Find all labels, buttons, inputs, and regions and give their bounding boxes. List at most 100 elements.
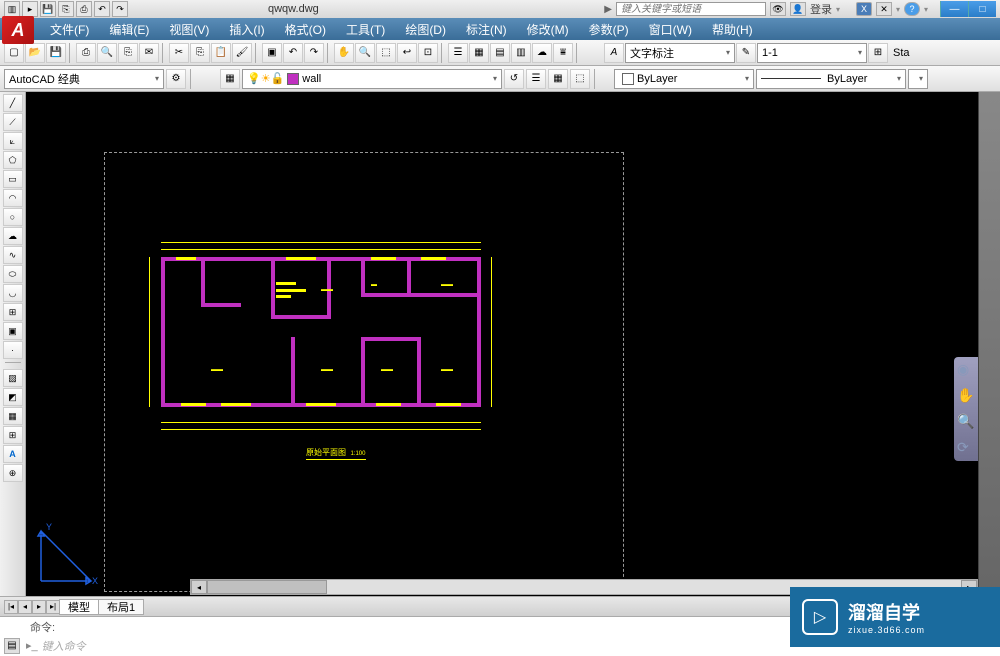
xline-icon[interactable]: ⟋ [3, 113, 23, 131]
qat-new-icon[interactable]: ▥ [4, 1, 20, 17]
menu-draw[interactable]: 绘图(D) [395, 18, 456, 40]
tab-layout1[interactable]: 布局1 [98, 599, 144, 615]
rectangle-icon[interactable]: ▭ [3, 170, 23, 188]
gradient-icon[interactable]: ◩ [3, 388, 23, 406]
print-icon[interactable]: ⎙ [76, 43, 96, 63]
menu-edit[interactable]: 编辑(E) [99, 18, 159, 40]
layer-manager-icon[interactable]: ▦ [220, 69, 240, 89]
layer-walk-icon[interactable]: ⬚ [570, 69, 590, 89]
region-icon[interactable]: ▦ [3, 407, 23, 425]
right-scrollbar[interactable] [978, 92, 1000, 596]
search-play-icon[interactable]: ▶ [604, 4, 612, 15]
menu-help[interactable]: 帮助(H) [702, 18, 763, 40]
color-combo[interactable]: ByLayer ▾ [614, 69, 754, 89]
send-icon[interactable]: ✉ [139, 43, 159, 63]
revcloud-icon[interactable]: ☁ [3, 227, 23, 245]
insert-block-icon[interactable]: ⊞ [3, 303, 23, 321]
workspace-gear-icon[interactable]: ⚙ [166, 69, 186, 89]
make-block-icon[interactable]: ▣ [3, 322, 23, 340]
qat-save-icon[interactable]: 💾 [40, 1, 56, 17]
nav-zoom-icon[interactable]: 🔍 [957, 413, 975, 431]
line-icon[interactable]: ╱ [3, 94, 23, 112]
polygon-icon[interactable]: ⬠ [3, 151, 23, 169]
calc-icon[interactable]: ⩸ [553, 43, 573, 63]
circle-icon[interactable]: ○ [3, 208, 23, 226]
qat-print-icon[interactable]: ⎙ [76, 1, 92, 17]
addselect-icon[interactable]: ⊕ [3, 464, 23, 482]
layer-combo[interactable]: 💡 ☀ 🔓 wall ▾ [242, 69, 502, 89]
menu-parametric[interactable]: 参数(P) [579, 18, 639, 40]
mtext-icon[interactable]: A [3, 445, 23, 463]
workspace-combo[interactable]: AutoCAD 经典 ▾ [4, 69, 164, 89]
menu-dimension[interactable]: 标注(N) [456, 18, 517, 40]
undo-icon[interactable]: ↶ [283, 43, 303, 63]
textstyle-icon[interactable]: A [604, 43, 624, 63]
zoom-prev-icon[interactable]: ↩ [397, 43, 417, 63]
arc-icon[interactable]: ◠ [3, 189, 23, 207]
tab-next-icon[interactable]: ▸ [32, 600, 46, 614]
menu-format[interactable]: 格式(O) [275, 18, 336, 40]
nav-orbit-icon[interactable]: ⟳ [957, 439, 975, 457]
tab-model[interactable]: 模型 [59, 599, 99, 615]
redo-icon[interactable]: ↷ [304, 43, 324, 63]
copy-icon[interactable]: ⎘ [190, 43, 210, 63]
ellipse-arc-icon[interactable]: ◡ [3, 284, 23, 302]
ellipse-icon[interactable]: ⬭ [3, 265, 23, 283]
search-input[interactable] [616, 2, 766, 16]
preview-icon[interactable]: 🔍 [97, 43, 117, 63]
new-icon[interactable]: ▢ [4, 43, 24, 63]
layer-prev-icon[interactable]: ↺ [504, 69, 524, 89]
tab-first-icon[interactable]: |◂ [4, 600, 18, 614]
drawing-canvas[interactable]: ▬▬ ▬▬ ▬ ▬▬ ▬▬ ▬▬ ▬▬ 原始平面图 1:100 Y X ◉ ✋ … [26, 92, 978, 596]
menu-file[interactable]: 文件(F) [40, 18, 99, 40]
hscroll-thumb[interactable] [207, 580, 327, 594]
zoom-realtime-icon[interactable]: 🔍 [355, 43, 375, 63]
maximize-button[interactable]: □ [968, 1, 996, 17]
qat-open-icon[interactable]: ▸ [22, 1, 38, 17]
help-icon[interactable]: ? [904, 2, 920, 16]
menu-window[interactable]: 窗口(W) [639, 18, 702, 40]
match-icon[interactable]: 🖌 [232, 43, 252, 63]
qat-redo-icon[interactable]: ↷ [112, 1, 128, 17]
nav-pan-icon[interactable]: ✋ [957, 387, 975, 405]
toolpalette-icon[interactable]: ▤ [490, 43, 510, 63]
hatch-icon[interactable]: ▨ [3, 369, 23, 387]
exchange-icon[interactable]: X [856, 2, 872, 16]
menu-view[interactable]: 视图(V) [159, 18, 219, 40]
table2-icon[interactable]: ⊞ [3, 426, 23, 444]
menu-insert[interactable]: 插入(I) [219, 18, 274, 40]
point-icon[interactable]: · [3, 341, 23, 359]
login-person-icon[interactable]: 👤 [790, 2, 806, 16]
sheetset-icon[interactable]: ▥ [511, 43, 531, 63]
scale-combo[interactable]: 1-1 ▾ [757, 43, 867, 63]
app-logo-button[interactable]: A [2, 16, 34, 44]
save-icon[interactable]: 💾 [46, 43, 66, 63]
nav-wheel-icon[interactable]: ◉ [957, 361, 975, 379]
annotation-combo[interactable]: 文字标注 ▾ [625, 43, 735, 63]
table-icon[interactable]: ⊞ [868, 43, 888, 63]
qat-undo-icon[interactable]: ↶ [94, 1, 110, 17]
hscroll-left-icon[interactable]: ◂ [191, 580, 207, 594]
properties-icon[interactable]: ☰ [448, 43, 468, 63]
cut-icon[interactable]: ✂ [169, 43, 189, 63]
layer-state-icon[interactable]: ☰ [526, 69, 546, 89]
block-icon[interactable]: ▣ [262, 43, 282, 63]
qat-saveas-icon[interactable]: ⎘ [58, 1, 74, 17]
open-icon[interactable]: 📂 [25, 43, 45, 63]
tab-last-icon[interactable]: ▸| [46, 600, 60, 614]
zoom-extent-icon[interactable]: ⊡ [418, 43, 438, 63]
linetype-combo[interactable]: ByLayer ▾ [756, 69, 906, 89]
pan-icon[interactable]: ✋ [334, 43, 354, 63]
lineweight-combo[interactable]: ▾ [908, 69, 928, 89]
polyline-icon[interactable]: ⟀ [3, 132, 23, 150]
designcenter-icon[interactable]: ▦ [469, 43, 489, 63]
markup-icon[interactable]: ☁ [532, 43, 552, 63]
menu-modify[interactable]: 修改(M) [517, 18, 579, 40]
tab-prev-icon[interactable]: ◂ [18, 600, 32, 614]
paste-icon[interactable]: 📋 [211, 43, 231, 63]
zoom-window-icon[interactable]: ⬚ [376, 43, 396, 63]
menu-tools[interactable]: 工具(T) [336, 18, 395, 40]
dim-icon[interactable]: ✎ [736, 43, 756, 63]
publish-icon[interactable]: ⎘ [118, 43, 138, 63]
spline-icon[interactable]: ∿ [3, 246, 23, 264]
